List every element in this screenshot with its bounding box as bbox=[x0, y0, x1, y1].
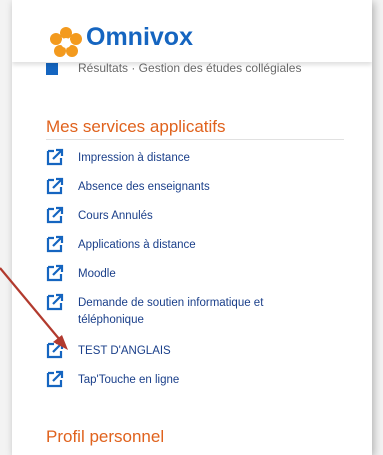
section-divider bbox=[46, 139, 344, 140]
list-item-label[interactable]: Moodle bbox=[78, 266, 308, 283]
external-link-icon bbox=[46, 177, 64, 195]
external-link-icon bbox=[46, 341, 64, 359]
list-item-label[interactable]: Absence des enseignants bbox=[78, 179, 308, 196]
omnivox-logo-icon bbox=[50, 27, 82, 57]
list-item-label[interactable]: TEST D'ANGLAIS bbox=[78, 343, 308, 360]
external-link-icon bbox=[46, 293, 64, 311]
side-panel: Omnivox Résultats · Gestion des études c… bbox=[12, 0, 372, 455]
list-item-label[interactable]: Cours Annulés bbox=[78, 208, 308, 225]
external-link-icon bbox=[46, 370, 64, 388]
list-item-label[interactable]: Tap'Touche en ligne bbox=[78, 372, 308, 389]
brand-name[interactable]: Omnivox bbox=[86, 23, 193, 52]
external-link-icon bbox=[46, 148, 64, 166]
list-item-label[interactable]: Applications à distance bbox=[78, 237, 308, 254]
profile-section-title: Profil personnel bbox=[46, 427, 165, 446]
external-link-icon bbox=[46, 264, 64, 282]
list-item-label[interactable]: Demande de soutien informatique et télép… bbox=[78, 295, 308, 329]
services-section-title: Mes services applicatifs bbox=[46, 117, 226, 136]
list-item-label[interactable]: Impression à distance bbox=[78, 150, 308, 167]
external-link-icon bbox=[46, 235, 64, 253]
external-link-icon bbox=[46, 206, 64, 224]
document-icon bbox=[46, 63, 58, 75]
clipped-link-label[interactable]: Résultats · Gestion des études collégial… bbox=[78, 61, 301, 75]
header: Omnivox bbox=[12, 0, 372, 62]
